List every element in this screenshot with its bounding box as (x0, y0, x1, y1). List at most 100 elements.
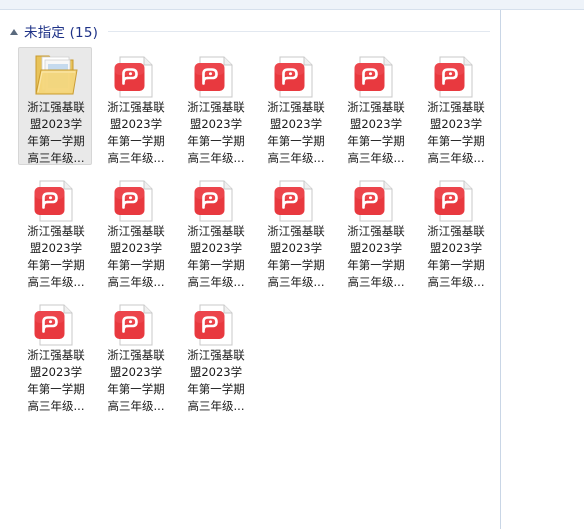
file-name-label: 浙江强基联 盟2023学 年第一学期 高三年级... (99, 99, 173, 167)
file-name-line: 年第一学期 (27, 258, 85, 272)
group-title: 未指定 (15) (24, 25, 99, 41)
file-name-line: 浙江强基联 (187, 100, 245, 114)
file-name-label: 浙江强基联盟2023学 年第一学期高三年级... (419, 99, 493, 167)
file-list-pane[interactable]: 未指定 (15) 浙江强基联 盟2023学 年第一学期 高三年级... 浙江强基联 盟2… (0, 10, 500, 529)
file-name-line: 盟2023学 (29, 365, 83, 379)
file-name-line: 高三年级... (267, 275, 325, 289)
pdf-icon (433, 178, 479, 224)
file-item[interactable]: 浙江强基联 盟2023学 年第一学期 高三年级... (178, 295, 252, 413)
file-name-line: 高三年级... (187, 151, 245, 165)
file-name-line: 盟2023学 (349, 241, 403, 255)
file-name-label: 浙江强基联盟2023学 年第一学期高三年级... (259, 99, 333, 167)
file-name-line: 盟2023学 (349, 117, 403, 131)
file-item[interactable]: 浙江强基联 盟2023学 年第一学期 高三年级... (98, 47, 172, 165)
file-name-label: 浙江强基联盟2023学 年第一学期高三年级... (259, 223, 333, 291)
file-name-line: 年第一学期 (27, 382, 85, 396)
file-name-line: 盟2023学 (269, 117, 323, 131)
file-name-line: 年第一学期 (187, 258, 245, 272)
file-name-label: 浙江强基联 盟2023学 年第一学期 高三年级... (179, 223, 253, 291)
file-name-line: 浙江强基联 (27, 348, 85, 362)
pdf-icon (353, 54, 399, 100)
file-name-line: 高三年级... (347, 275, 405, 289)
pdf-icon (273, 54, 319, 100)
group-header[interactable]: 未指定 (15) (10, 22, 99, 41)
pdf-icon (353, 178, 399, 224)
file-name-line: 浙江强基联 (347, 100, 405, 114)
file-item[interactable]: 浙江强基联盟2023学 年第一学期高三年级... (178, 47, 252, 165)
file-name-line: 盟2023学 (109, 117, 163, 131)
file-name-line: 盟2023学 (29, 241, 83, 255)
file-name-line: 年第一学期 (427, 258, 485, 272)
file-name-line: 高三年级... (427, 275, 485, 289)
file-name-line: 高三年级... (107, 275, 165, 289)
file-name-label: 浙江强基联盟2023学 年第一学期高三年级... (19, 223, 93, 291)
file-name-line: 盟2023学 (29, 117, 83, 131)
file-item[interactable]: 浙江强基联 盟2023学 年第一学期 高三年级... (98, 171, 172, 289)
file-item[interactable]: 浙江强基联 盟2023学 年第一学期 高三年级... (18, 295, 92, 413)
file-name-line: 年第一学期 (107, 258, 165, 272)
file-name-label: 浙江强基联 盟2023学 年第一学期 高三年级... (99, 223, 173, 291)
file-name-line: 高三年级... (27, 275, 85, 289)
file-name-label: 浙江强基联盟2023学 年第一学期高三年级... (99, 347, 173, 415)
file-item[interactable]: 浙江强基联盟2023学 年第一学期高三年级... (258, 47, 332, 165)
file-name-line: 浙江强基联 (187, 348, 245, 362)
file-name-line: 浙江强基联 (427, 100, 485, 114)
file-name-line: 浙江强基联 (427, 224, 485, 238)
file-name-line: 年第一学期 (107, 134, 165, 148)
file-name-line: 盟2023学 (189, 117, 243, 131)
file-item[interactable]: 浙江强基联盟2023学 年第一学期高三年级... (418, 47, 492, 165)
file-name-line: 盟2023学 (269, 241, 323, 255)
pdf-icon (113, 54, 159, 100)
file-name-line: 浙江强基联 (267, 224, 325, 238)
file-item[interactable]: 浙江强基联 盟2023学 年第一学期 高三年级... (18, 47, 92, 165)
file-name-line: 浙江强基联 (187, 224, 245, 238)
pdf-icon (33, 302, 79, 348)
file-item[interactable]: 浙江强基联 盟2023学 年第一学期 高三年级... (178, 171, 252, 289)
file-name-line: 年第一学期 (347, 134, 405, 148)
file-item[interactable]: 浙江强基联盟2023学 年第一学期高三年级... (98, 295, 172, 413)
file-name-line: 高三年级... (187, 275, 245, 289)
pdf-icon (193, 54, 239, 100)
file-name-line: 高三年级... (347, 151, 405, 165)
group-divider (108, 31, 490, 32)
file-item[interactable]: 浙江强基联盟2023学 年第一学期高三年级... (338, 47, 412, 165)
collapse-arrow-icon[interactable] (10, 28, 18, 35)
file-item[interactable]: 浙江强基联盟2023学 年第一学期高三年级... (258, 171, 332, 289)
file-item[interactable]: 浙江强基联盟2023学 年第一学期高三年级... (338, 171, 412, 289)
file-name-line: 浙江强基联 (107, 100, 165, 114)
file-name-line: 年第一学期 (27, 134, 85, 148)
file-name-line: 高三年级... (267, 151, 325, 165)
file-name-label: 浙江强基联 盟2023学 年第一学期 高三年级... (19, 99, 93, 167)
pdf-icon (33, 178, 79, 224)
file-name-line: 浙江强基联 (267, 100, 325, 114)
file-name-line: 盟2023学 (429, 117, 483, 131)
file-name-line: 年第一学期 (427, 134, 485, 148)
file-name-line: 盟2023学 (429, 241, 483, 255)
pdf-icon (113, 178, 159, 224)
folder-icon (33, 50, 79, 96)
file-name-line: 盟2023学 (109, 365, 163, 379)
file-name-line: 高三年级... (107, 399, 165, 413)
pdf-icon (113, 302, 159, 348)
file-name-line: 浙江强基联 (347, 224, 405, 238)
file-name-line: 年第一学期 (347, 258, 405, 272)
file-name-label: 浙江强基联盟2023学 年第一学期高三年级... (179, 99, 253, 167)
file-name-line: 高三年级... (427, 151, 485, 165)
file-item[interactable]: 浙江强基联盟2023学 年第一学期高三年级... (18, 171, 92, 289)
file-name-line: 盟2023学 (109, 241, 163, 255)
file-name-label: 浙江强基联 盟2023学 年第一学期 高三年级... (179, 347, 253, 415)
file-name-line: 年第一学期 (187, 382, 245, 396)
preview-pane (500, 10, 584, 529)
file-name-label: 浙江强基联盟2023学 年第一学期高三年级... (419, 223, 493, 291)
file-item[interactable]: 浙江强基联盟2023学 年第一学期高三年级... (418, 171, 492, 289)
file-name-line: 浙江强基联 (27, 100, 85, 114)
pdf-icon (273, 178, 319, 224)
file-name-line: 年第一学期 (187, 134, 245, 148)
pdf-icon (193, 302, 239, 348)
file-name-line: 年第一学期 (267, 134, 325, 148)
file-name-label: 浙江强基联盟2023学 年第一学期高三年级... (339, 99, 413, 167)
file-name-line: 年第一学期 (107, 382, 165, 396)
file-name-line: 年第一学期 (267, 258, 325, 272)
file-name-line: 浙江强基联 (107, 348, 165, 362)
file-name-line: 浙江强基联 (27, 224, 85, 238)
